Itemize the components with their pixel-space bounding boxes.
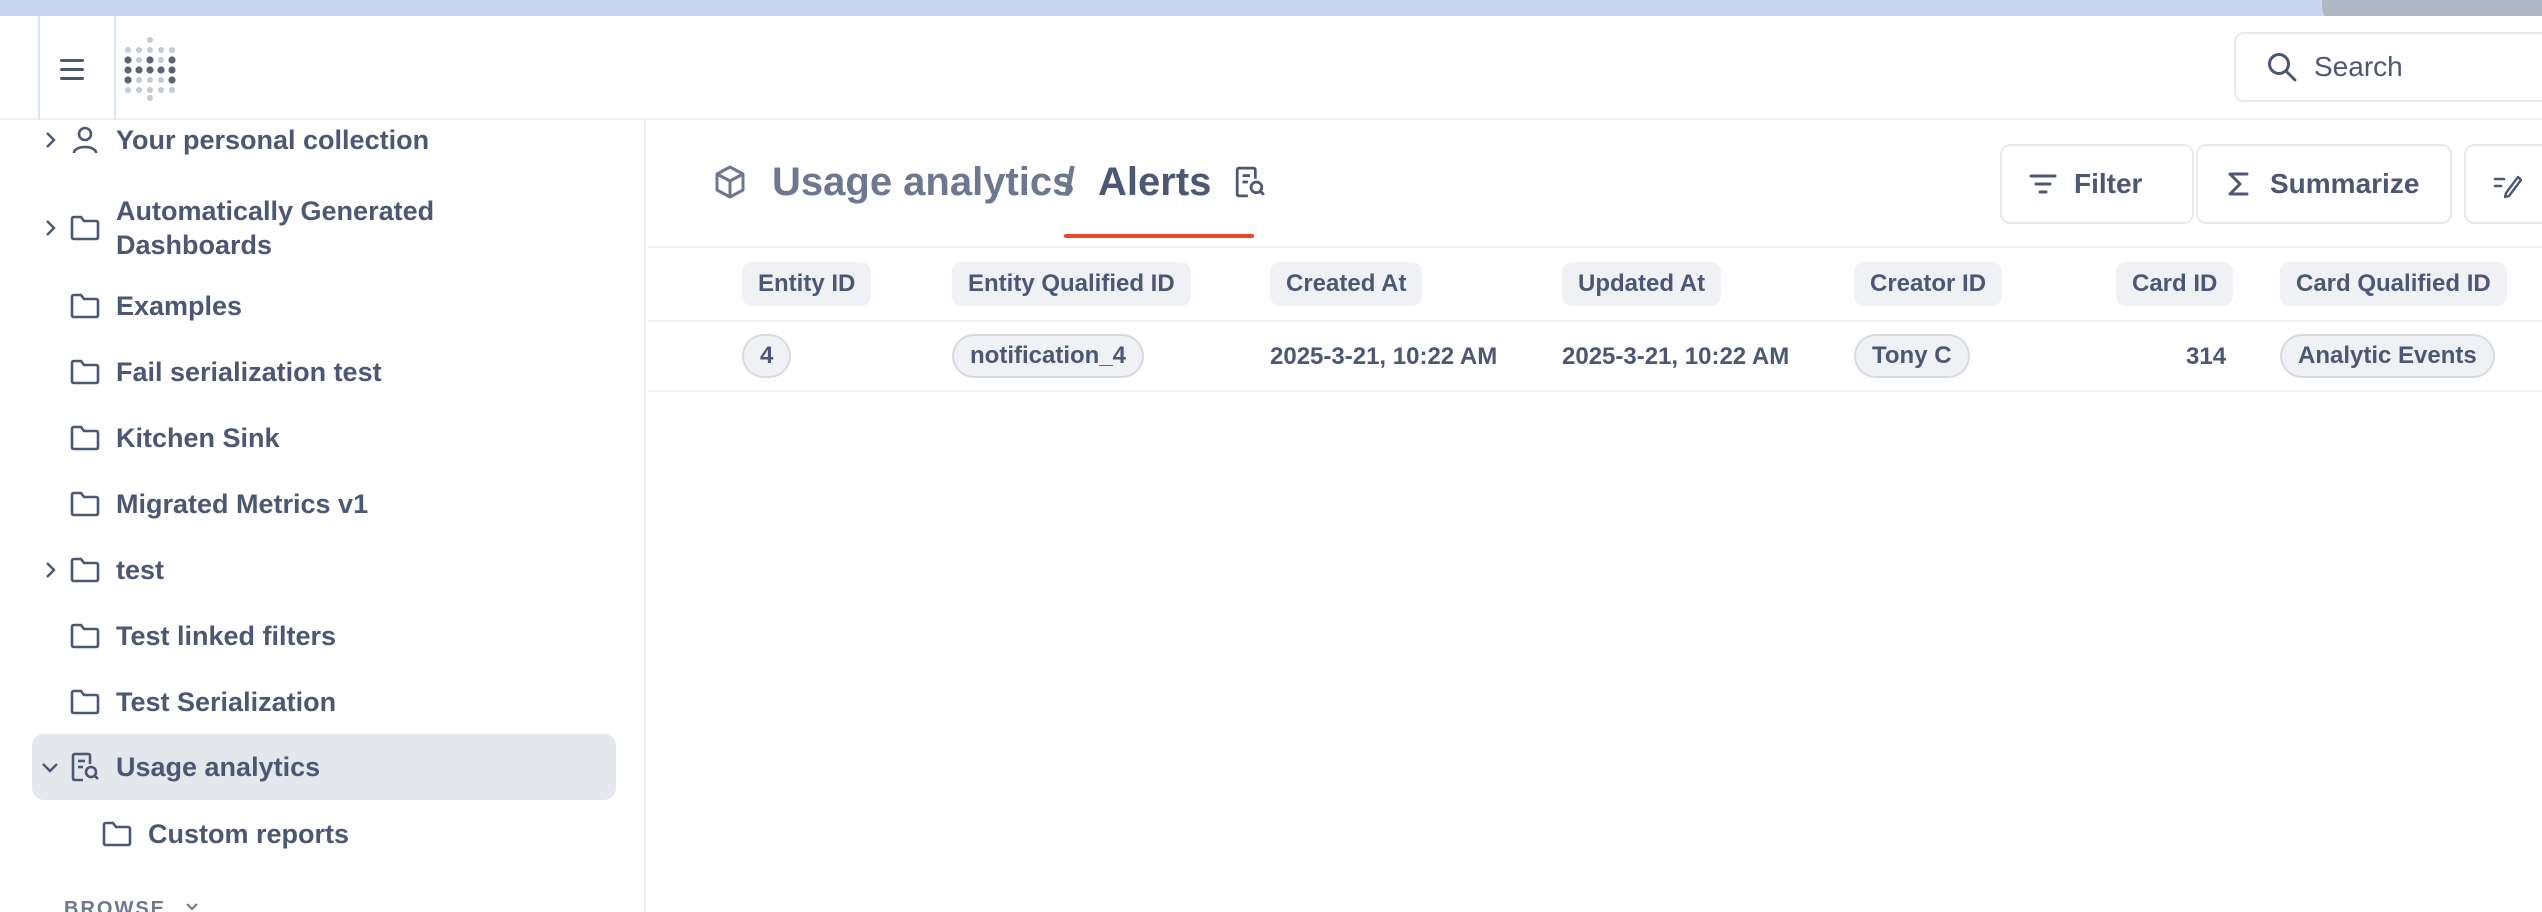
sidebar-item-examples[interactable]: Examples bbox=[32, 286, 616, 326]
folder-icon bbox=[68, 619, 102, 653]
cell-entity-qualified-id[interactable]: notification_4 bbox=[952, 334, 1145, 378]
browser-top-strip bbox=[0, 0, 2542, 26]
sidebar-item-label: Automatically Generated bbox=[116, 196, 435, 226]
column-header-creator-id[interactable]: Creator ID bbox=[1854, 262, 2003, 306]
column-header-created-at[interactable]: Created At bbox=[1270, 262, 1423, 306]
sidebar-item-label: Fail serialization test bbox=[116, 357, 382, 387]
filter-button[interactable]: Filter bbox=[2000, 144, 2194, 224]
summarize-label: Summarize bbox=[2270, 168, 2420, 199]
sidebar-item-label: Test linked filters bbox=[116, 621, 337, 651]
sidebar: Your personal collection Automatically G… bbox=[0, 120, 646, 912]
chevron-down-icon[interactable] bbox=[36, 753, 64, 781]
question-header: Usage analytics / Alerts Filter Summariz… bbox=[648, 120, 2542, 248]
page-title[interactable]: Alerts bbox=[1098, 158, 1211, 206]
cell-creator-id[interactable]: Tony C bbox=[1854, 334, 1970, 378]
notebook-pencil-icon bbox=[2493, 175, 2522, 199]
sidebar-item-label: Your personal collection bbox=[116, 125, 430, 155]
chevron-down-icon bbox=[184, 898, 200, 912]
breadcrumb-collection-link[interactable]: Usage analytics bbox=[772, 158, 1074, 206]
metabase-logo-icon[interactable] bbox=[122, 36, 178, 102]
model-cube-icon bbox=[715, 165, 745, 199]
audit-collection-icon bbox=[68, 750, 102, 784]
folder-icon bbox=[68, 553, 102, 587]
summarize-button[interactable]: Summarize bbox=[2196, 144, 2452, 224]
hamburger-line bbox=[60, 67, 84, 71]
title-underline bbox=[1064, 234, 1254, 238]
table-header-row: Entity ID Entity Qualified ID Created At… bbox=[648, 250, 2542, 322]
sidebar-item-label: Test Serialization bbox=[116, 687, 337, 717]
sidebar-item-kitchen-sink[interactable]: Kitchen Sink bbox=[32, 418, 616, 458]
cell-created-at: 2025-3-21, 10:22 AM bbox=[1270, 343, 1498, 370]
column-header-entity-qualified-id[interactable]: Entity Qualified ID bbox=[952, 262, 1191, 306]
filter-label: Filter bbox=[2074, 168, 2143, 199]
sidebar-item-usage-analytics[interactable]: Usage analytics bbox=[32, 734, 616, 800]
folder-icon bbox=[68, 685, 102, 719]
sidebar-item-migrated-metrics-v1[interactable]: Migrated Metrics v1 bbox=[32, 484, 616, 524]
column-header-updated-at[interactable]: Updated At bbox=[1562, 262, 1722, 306]
hamburger-line bbox=[60, 58, 84, 62]
app-bar-divider bbox=[38, 16, 40, 120]
sigma-icon bbox=[2228, 172, 2249, 196]
column-header-card-qualified-id[interactable]: Card Qualified ID bbox=[2280, 262, 2507, 306]
cell-entity-id[interactable]: 4 bbox=[742, 334, 792, 378]
search-icon bbox=[2268, 53, 2297, 82]
search-box[interactable] bbox=[2234, 32, 2542, 102]
hamburger-line bbox=[60, 76, 84, 80]
sidebar-item-fail-serialization-test[interactable]: Fail serialization test bbox=[32, 352, 616, 392]
folder-icon bbox=[68, 355, 102, 389]
sidebar-item-label: Usage analytics bbox=[116, 752, 321, 782]
sidebar-item-your-personal-collection[interactable]: Your personal collection bbox=[32, 120, 616, 160]
folder-icon bbox=[100, 817, 134, 851]
filter-icon bbox=[2029, 174, 2057, 194]
table-row: 4 notification_4 2025-3-21, 10:22 AM 202… bbox=[648, 322, 2542, 392]
sidebar-item-label-line2: Dashboards bbox=[116, 230, 273, 260]
browse-label: BROWSE bbox=[64, 898, 166, 912]
person-icon bbox=[68, 123, 102, 157]
sidebar-item-label: Kitchen Sink bbox=[116, 423, 280, 453]
chevron-right-icon[interactable] bbox=[36, 126, 64, 154]
sidebar-item-label: test bbox=[116, 555, 165, 585]
chevron-right-icon[interactable] bbox=[36, 556, 64, 584]
cell-updated-at: 2025-3-21, 10:22 AM bbox=[1562, 343, 1790, 370]
sidebar-item-label: Custom reports bbox=[148, 819, 350, 849]
app-bar bbox=[0, 16, 2542, 120]
sidebar-item-test-serialization[interactable]: Test Serialization bbox=[32, 682, 616, 722]
folder-icon bbox=[68, 211, 102, 245]
cell-card-id: 314 bbox=[2186, 343, 2227, 370]
app-bar-divider bbox=[114, 16, 116, 120]
sidebar-item-label: Migrated Metrics v1 bbox=[116, 489, 369, 519]
sidebar-item-custom-reports[interactable]: Custom reports bbox=[32, 814, 616, 854]
hamburger-menu-button[interactable] bbox=[60, 52, 94, 86]
chevron-right-icon[interactable] bbox=[36, 214, 64, 242]
sidebar-item-test-linked-filters[interactable]: Test linked filters bbox=[32, 616, 616, 656]
edit-notebook-button[interactable] bbox=[2464, 144, 2542, 224]
browse-section-header[interactable]: BROWSE bbox=[64, 898, 200, 912]
sidebar-item-automatically-generated-dashboards[interactable]: Automatically Generated Dashboards bbox=[32, 190, 616, 266]
folder-icon bbox=[68, 289, 102, 323]
column-header-card-id[interactable]: Card ID bbox=[2116, 262, 2234, 306]
sidebar-item-label: Examples bbox=[116, 291, 243, 321]
folder-icon bbox=[68, 421, 102, 455]
sidebar-item-test[interactable]: test bbox=[32, 550, 616, 590]
cell-card-qualified-id[interactable]: Analytic Events bbox=[2280, 334, 2495, 378]
search-input[interactable] bbox=[2314, 51, 2514, 83]
folder-icon bbox=[68, 487, 102, 521]
audit-report-icon[interactable] bbox=[1234, 166, 1266, 198]
main-content: Usage analytics / Alerts Filter Summariz… bbox=[648, 120, 2542, 912]
breadcrumb-separator: / bbox=[1064, 160, 1076, 204]
column-header-entity-id[interactable]: Entity ID bbox=[742, 262, 872, 306]
